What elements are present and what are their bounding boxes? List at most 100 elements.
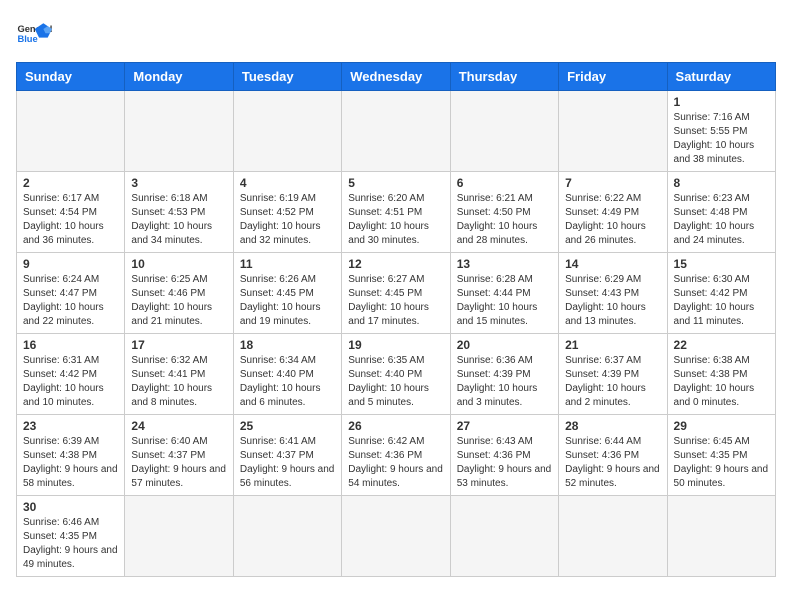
day-number: 5 <box>348 176 443 190</box>
calendar-cell: 3 Sunrise: 6:18 AMSunset: 4:53 PMDaylight… <box>125 172 233 253</box>
calendar-cell <box>559 91 667 172</box>
calendar-cell: 20Sunrise: 6:36 AMSunset: 4:39 PMDayligh… <box>450 334 558 415</box>
day-number: 12 <box>348 257 443 271</box>
calendar-cell <box>342 91 450 172</box>
calendar-cell: 29 Sunrise: 6:45 AMSunset: 4:35 PMDayligh… <box>667 415 775 496</box>
calendar-cell: 30 Sunrise: 6:46 AMSunset: 4:35 PMDayligh… <box>17 496 125 577</box>
calendar-cell: 10 Sunrise: 6:25 AMSunset: 4:46 PMDayligh… <box>125 253 233 334</box>
calendar-cell <box>125 496 233 577</box>
weekday-header-tuesday: Tuesday <box>233 63 341 91</box>
day-info: Sunrise: 6:38 AMSunset: 4:38 PMDaylight:… <box>674 354 769 410</box>
calendar-cell <box>342 496 450 577</box>
day-number: 17 <box>131 338 226 352</box>
day-info: Sunrise: 6:34 AMSunset: 4:40 PMDaylight:… <box>240 354 335 410</box>
day-info: Sunrise: 6:46 AMSunset: 4:35 PMDaylight:… <box>23 516 118 572</box>
day-number: 23 <box>23 419 118 433</box>
day-number: 18 <box>240 338 335 352</box>
day-info: Sunrise: 6:39 AMSunset: 4:38 PMDaylight:… <box>23 435 118 491</box>
day-info: Sunrise: 6:21 AMSunset: 4:50 PMDaylight:… <box>457 192 552 248</box>
calendar-cell: 28 Sunrise: 6:44 AMSunset: 4:36 PMDayligh… <box>559 415 667 496</box>
day-info: Sunrise: 6:26 AMSunset: 4:45 PMDaylight:… <box>240 273 335 329</box>
calendar-cell: 9 Sunrise: 6:24 AMSunset: 4:47 PMDaylight… <box>17 253 125 334</box>
calendar-cell: 11 Sunrise: 6:26 AMSunset: 4:45 PMDayligh… <box>233 253 341 334</box>
calendar-cell: 8 Sunrise: 6:23 AMSunset: 4:48 PMDaylight… <box>667 172 775 253</box>
calendar-cell <box>125 91 233 172</box>
calendar-week-3: 16Sunrise: 6:31 AMSunset: 4:42 PMDayligh… <box>17 334 776 415</box>
day-number: 4 <box>240 176 335 190</box>
day-number: 25 <box>240 419 335 433</box>
day-number: 28 <box>565 419 660 433</box>
day-number: 14 <box>565 257 660 271</box>
calendar-cell: 1Sunrise: 7:16 AMSunset: 5:55 PMDaylight… <box>667 91 775 172</box>
day-number: 7 <box>565 176 660 190</box>
svg-text:Blue: Blue <box>17 34 37 44</box>
day-number: 20 <box>457 338 552 352</box>
calendar-cell <box>233 91 341 172</box>
calendar-cell <box>559 496 667 577</box>
weekday-header-sunday: Sunday <box>17 63 125 91</box>
calendar-week-0: 1Sunrise: 7:16 AMSunset: 5:55 PMDaylight… <box>17 91 776 172</box>
day-number: 22 <box>674 338 769 352</box>
calendar-cell: 18 Sunrise: 6:34 AMSunset: 4:40 PMDayligh… <box>233 334 341 415</box>
calendar-cell: 21Sunrise: 6:37 AMSunset: 4:39 PMDayligh… <box>559 334 667 415</box>
day-info: Sunrise: 6:35 AMSunset: 4:40 PMDaylight:… <box>348 354 443 410</box>
calendar-cell <box>450 496 558 577</box>
day-number: 8 <box>674 176 769 190</box>
logo-icon: General Blue <box>16 16 52 52</box>
day-info: Sunrise: 6:29 AMSunset: 4:43 PMDaylight:… <box>565 273 660 329</box>
day-info: Sunrise: 6:44 AMSunset: 4:36 PMDaylight:… <box>565 435 660 491</box>
day-info: Sunrise: 6:32 AMSunset: 4:41 PMDaylight:… <box>131 354 226 410</box>
day-info: Sunrise: 6:24 AMSunset: 4:47 PMDaylight:… <box>23 273 118 329</box>
day-number: 6 <box>457 176 552 190</box>
day-number: 21 <box>565 338 660 352</box>
day-info: Sunrise: 7:16 AMSunset: 5:55 PMDaylight:… <box>674 111 769 167</box>
day-info: Sunrise: 6:23 AMSunset: 4:48 PMDaylight:… <box>674 192 769 248</box>
calendar-cell: 27Sunrise: 6:43 AMSunset: 4:36 PMDayligh… <box>450 415 558 496</box>
calendar-cell: 17 Sunrise: 6:32 AMSunset: 4:41 PMDayligh… <box>125 334 233 415</box>
day-info: Sunrise: 6:22 AMSunset: 4:49 PMDaylight:… <box>565 192 660 248</box>
calendar-cell: 16Sunrise: 6:31 AMSunset: 4:42 PMDayligh… <box>17 334 125 415</box>
weekday-header-wednesday: Wednesday <box>342 63 450 91</box>
day-number: 13 <box>457 257 552 271</box>
day-info: Sunrise: 6:18 AMSunset: 4:53 PMDaylight:… <box>131 192 226 248</box>
calendar-week-4: 23 Sunrise: 6:39 AMSunset: 4:38 PMDayligh… <box>17 415 776 496</box>
calendar-week-1: 2Sunrise: 6:17 AMSunset: 4:54 PMDaylight… <box>17 172 776 253</box>
calendar-cell: 5 Sunrise: 6:20 AMSunset: 4:51 PMDaylight… <box>342 172 450 253</box>
calendar-cell <box>450 91 558 172</box>
day-info: Sunrise: 6:27 AMSunset: 4:45 PMDaylight:… <box>348 273 443 329</box>
day-info: Sunrise: 6:40 AMSunset: 4:37 PMDaylight:… <box>131 435 226 491</box>
calendar-cell: 23 Sunrise: 6:39 AMSunset: 4:38 PMDayligh… <box>17 415 125 496</box>
calendar-cell <box>233 496 341 577</box>
calendar-cell <box>17 91 125 172</box>
day-info: Sunrise: 6:41 AMSunset: 4:37 PMDaylight:… <box>240 435 335 491</box>
day-number: 26 <box>348 419 443 433</box>
calendar-cell: 14 Sunrise: 6:29 AMSunset: 4:43 PMDayligh… <box>559 253 667 334</box>
calendar-cell: 24 Sunrise: 6:40 AMSunset: 4:37 PMDayligh… <box>125 415 233 496</box>
calendar-cell: 7 Sunrise: 6:22 AMSunset: 4:49 PMDaylight… <box>559 172 667 253</box>
day-info: Sunrise: 6:25 AMSunset: 4:46 PMDaylight:… <box>131 273 226 329</box>
day-info: Sunrise: 6:45 AMSunset: 4:35 PMDaylight:… <box>674 435 769 491</box>
day-number: 9 <box>23 257 118 271</box>
day-info: Sunrise: 6:20 AMSunset: 4:51 PMDaylight:… <box>348 192 443 248</box>
day-number: 19 <box>348 338 443 352</box>
calendar-cell: 26Sunrise: 6:42 AMSunset: 4:36 PMDayligh… <box>342 415 450 496</box>
day-number: 24 <box>131 419 226 433</box>
calendar-table: SundayMondayTuesdayWednesdayThursdayFrid… <box>16 62 776 577</box>
day-info: Sunrise: 6:28 AMSunset: 4:44 PMDaylight:… <box>457 273 552 329</box>
day-info: Sunrise: 6:31 AMSunset: 4:42 PMDaylight:… <box>23 354 118 410</box>
day-number: 29 <box>674 419 769 433</box>
day-number: 10 <box>131 257 226 271</box>
calendar-cell: 22 Sunrise: 6:38 AMSunset: 4:38 PMDayligh… <box>667 334 775 415</box>
calendar-cell <box>667 496 775 577</box>
calendar-week-5: 30 Sunrise: 6:46 AMSunset: 4:35 PMDayligh… <box>17 496 776 577</box>
weekday-header-friday: Friday <box>559 63 667 91</box>
logo: General Blue <box>16 16 52 52</box>
day-number: 3 <box>131 176 226 190</box>
weekday-header-row: SundayMondayTuesdayWednesdayThursdayFrid… <box>17 63 776 91</box>
day-number: 11 <box>240 257 335 271</box>
day-number: 30 <box>23 500 118 514</box>
calendar-week-2: 9 Sunrise: 6:24 AMSunset: 4:47 PMDaylight… <box>17 253 776 334</box>
calendar-cell: 15Sunrise: 6:30 AMSunset: 4:42 PMDayligh… <box>667 253 775 334</box>
page-header: General Blue <box>16 16 776 52</box>
day-info: Sunrise: 6:19 AMSunset: 4:52 PMDaylight:… <box>240 192 335 248</box>
